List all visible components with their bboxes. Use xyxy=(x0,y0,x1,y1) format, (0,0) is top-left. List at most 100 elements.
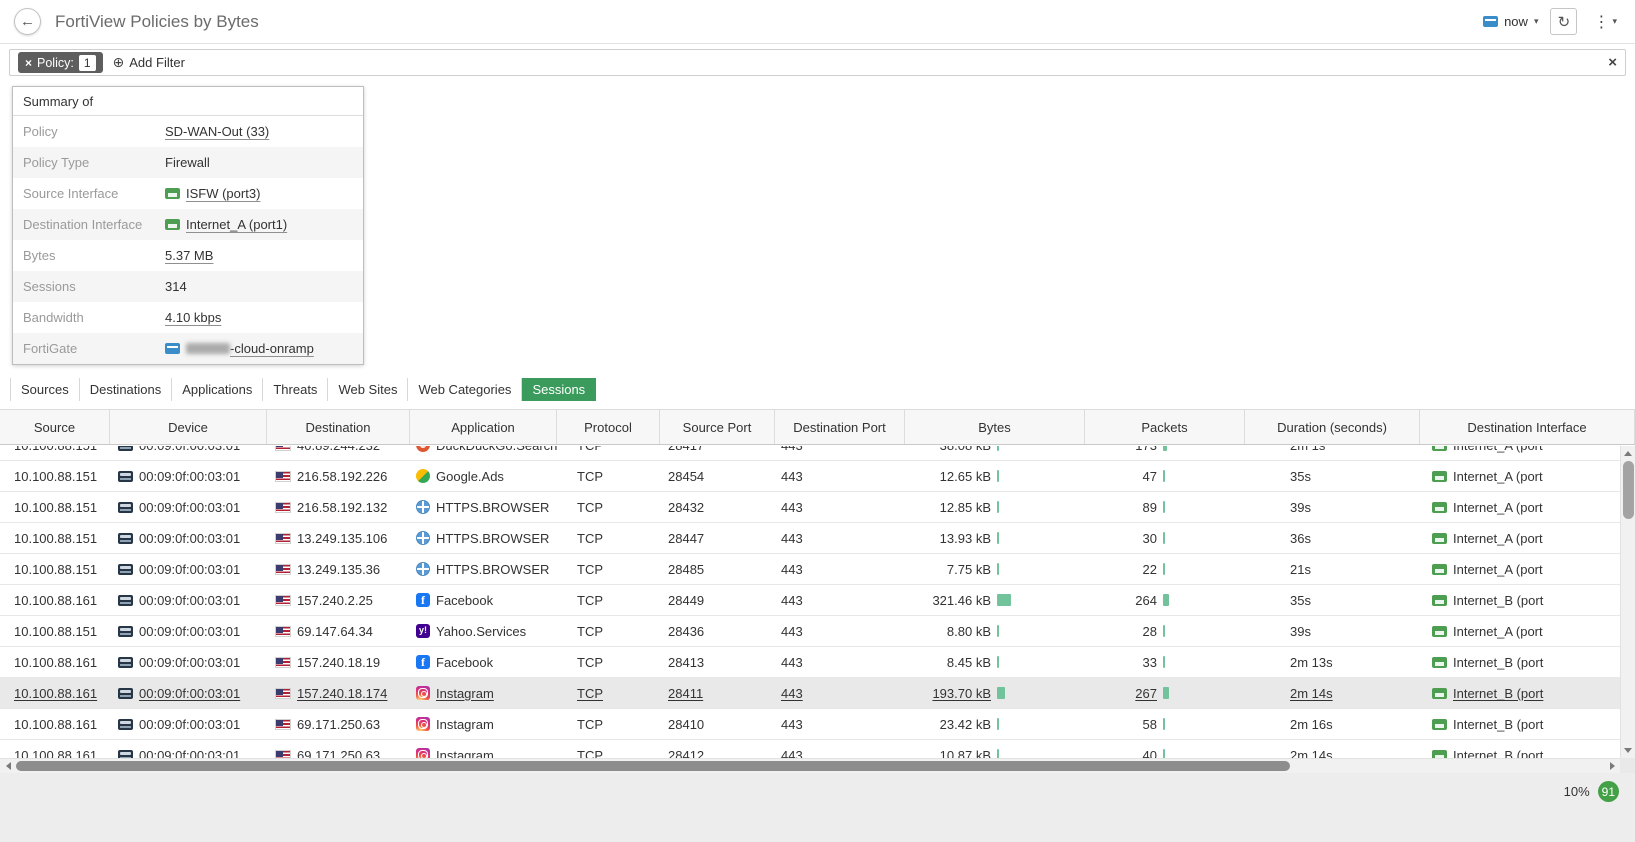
cell-source: 10.100.88.151 xyxy=(0,492,110,522)
summary-value-text[interactable]: 5.37 MB xyxy=(165,248,213,263)
table-row[interactable]: 10.100.88.161 00:09:0f:00:03:01 69.171.250… xyxy=(0,709,1620,740)
cell-bytes: 38.08 kB xyxy=(905,446,1085,460)
notification-badge[interactable]: 91 xyxy=(1597,781,1619,802)
packets-bar xyxy=(1163,749,1165,758)
table-row[interactable]: 10.100.88.151 00:09:0f:00:03:01 40.89.244.… xyxy=(0,446,1620,461)
fortigate-icon xyxy=(1483,16,1499,27)
cell-bytes: 10.87 kB xyxy=(905,740,1085,758)
tab-sources[interactable]: Sources xyxy=(10,378,80,401)
summary-label: Sessions xyxy=(23,279,76,294)
table-row[interactable]: 10.100.88.161 00:09:0f:00:03:01 157.240.2.… xyxy=(0,585,1620,616)
time-range-dropdown[interactable]: now ▾ xyxy=(1483,14,1538,29)
vertical-scroll-thumb[interactable] xyxy=(1623,461,1634,519)
tab-sessions[interactable]: Sessions xyxy=(522,378,597,401)
protocol: TCP xyxy=(577,654,603,670)
facebook-icon xyxy=(416,593,430,607)
column-header-device[interactable]: Device xyxy=(110,410,267,444)
summary-value-text[interactable]: ISFW (port3) xyxy=(186,186,260,201)
scroll-down-arrow[interactable] xyxy=(1621,744,1635,757)
column-header-packets[interactable]: Packets xyxy=(1085,410,1245,444)
cell-source: 10.100.88.151 xyxy=(0,446,110,460)
scroll-up-arrow[interactable] xyxy=(1621,447,1635,460)
titlebar-actions: now ▾ ↻ ⋮ ▾ xyxy=(1483,8,1621,35)
scroll-left-arrow[interactable] xyxy=(1,759,15,773)
table-row[interactable]: 10.100.88.151 00:09:0f:00:03:01 69.147.64.… xyxy=(0,616,1620,647)
filter-input-area[interactable]: × Policy: 1 ⊕ Add Filter × xyxy=(9,49,1626,76)
table-row[interactable]: 10.100.88.151 00:09:0f:00:03:01 216.58.192… xyxy=(0,461,1620,492)
up-triangle-icon xyxy=(1624,451,1632,456)
back-button[interactable]: ← xyxy=(14,8,41,35)
application-name: HTTPS.BROWSER xyxy=(436,561,550,577)
column-header-source[interactable]: Source xyxy=(0,410,110,444)
device-mac: 00:09:0f:00:03:01 xyxy=(139,747,241,759)
column-header-destination-port[interactable]: Destination Port xyxy=(775,410,905,444)
tab-destinations[interactable]: Destinations xyxy=(79,378,173,401)
application-name: Instagram xyxy=(436,716,494,732)
destination-interface: Internet_A (port xyxy=(1453,499,1543,515)
cell-device: 00:09:0f:00:03:01 xyxy=(110,709,267,739)
add-filter-button[interactable]: ⊕ Add Filter xyxy=(113,54,185,71)
cell-source: 10.100.88.161 xyxy=(0,709,110,739)
duration: 39s xyxy=(1290,623,1311,639)
column-header-bytes[interactable]: Bytes xyxy=(905,410,1085,444)
device-icon xyxy=(118,687,133,699)
bytes-bar xyxy=(997,718,999,730)
scroll-right-arrow[interactable] xyxy=(1605,759,1619,773)
cell-duration: 2m 14s xyxy=(1245,740,1420,759)
bytes-bar xyxy=(997,532,999,544)
bytes-bar xyxy=(997,501,999,513)
table-row[interactable]: 10.100.88.151 00:09:0f:00:03:01 13.249.135… xyxy=(0,523,1620,554)
summary-label: FortiGate xyxy=(23,341,78,356)
bytes-value: 23.42 kB xyxy=(939,716,991,732)
summary-value-text[interactable]: -cloud-onramp xyxy=(230,341,314,356)
summary-value-text[interactable]: Internet_A (port1) xyxy=(186,217,287,232)
packets-bar xyxy=(1163,687,1169,699)
device-icon xyxy=(118,501,133,513)
column-header-destination[interactable]: Destination xyxy=(267,410,410,444)
interface-icon xyxy=(1432,501,1447,513)
horizontal-scrollbar[interactable] xyxy=(0,758,1620,773)
cell-duration: 39s xyxy=(1245,616,1420,646)
tab-threats[interactable]: Threats xyxy=(263,378,329,401)
destination-port: 443 xyxy=(781,623,803,639)
refresh-button[interactable]: ↻ xyxy=(1550,8,1578,35)
clear-filters-icon[interactable]: × xyxy=(1608,54,1617,71)
vertical-scrollbar[interactable] xyxy=(1620,446,1635,758)
device-mac: 00:09:0f:00:03:01 xyxy=(139,685,241,701)
horizontal-scroll-thumb[interactable] xyxy=(16,761,1290,771)
cell-source: 10.100.88.151 xyxy=(0,554,110,584)
cell-packets: 264 xyxy=(1085,585,1245,615)
destination-port: 443 xyxy=(781,530,803,546)
table-row[interactable]: 10.100.88.161 00:09:0f:00:03:01 157.240.18… xyxy=(0,647,1620,678)
application-name: DuckDuckGo.Search xyxy=(436,446,557,453)
column-header-application[interactable]: Application xyxy=(410,410,557,444)
table-row[interactable]: 10.100.88.151 00:09:0f:00:03:01 216.58.192… xyxy=(0,492,1620,523)
remove-filter-icon[interactable]: × xyxy=(25,56,32,70)
cell-device: 00:09:0f:00:03:01 xyxy=(110,461,267,491)
packets-value: 173 xyxy=(1085,446,1157,453)
more-menu-button[interactable]: ⋮ ▾ xyxy=(1589,12,1621,32)
table-row[interactable]: 10.100.88.161 00:09:0f:00:03:01 157.240.18… xyxy=(0,678,1620,709)
table-row[interactable]: 10.100.88.161 00:09:0f:00:03:01 69.171.250… xyxy=(0,740,1620,758)
summary-value-text[interactable]: 4.10 kbps xyxy=(165,310,221,325)
column-header-protocol[interactable]: Protocol xyxy=(557,410,660,444)
source-ip: 10.100.88.161 xyxy=(14,685,98,701)
cell-destination: 216.58.192.132 xyxy=(267,492,410,522)
summary-value-text[interactable]: SD-WAN-Out (33) xyxy=(165,124,269,139)
column-header-duration-seconds-[interactable]: Duration (seconds) xyxy=(1245,410,1420,444)
packets-bar xyxy=(1163,656,1165,668)
column-header-destination-interface[interactable]: Destination Interface xyxy=(1420,410,1635,444)
tab-web-sites[interactable]: Web Sites xyxy=(328,378,409,401)
tab-web-categories[interactable]: Web Categories xyxy=(408,378,523,401)
policy-filter-chip[interactable]: × Policy: 1 xyxy=(18,52,103,73)
table-row[interactable]: 10.100.88.151 00:09:0f:00:03:01 13.249.135… xyxy=(0,554,1620,585)
destination-port: 443 xyxy=(781,716,803,732)
tab-applications[interactable]: Applications xyxy=(172,378,264,401)
interface-icon xyxy=(1432,625,1447,637)
column-header-source-port[interactable]: Source Port xyxy=(660,410,775,444)
cell-application: Google.Ads xyxy=(410,461,557,491)
bytes-value: 38.08 kB xyxy=(905,446,991,453)
source-port: 28432 xyxy=(668,499,705,515)
source-ip: 10.100.88.151 xyxy=(14,623,98,639)
duckduckgo-icon xyxy=(416,446,430,452)
